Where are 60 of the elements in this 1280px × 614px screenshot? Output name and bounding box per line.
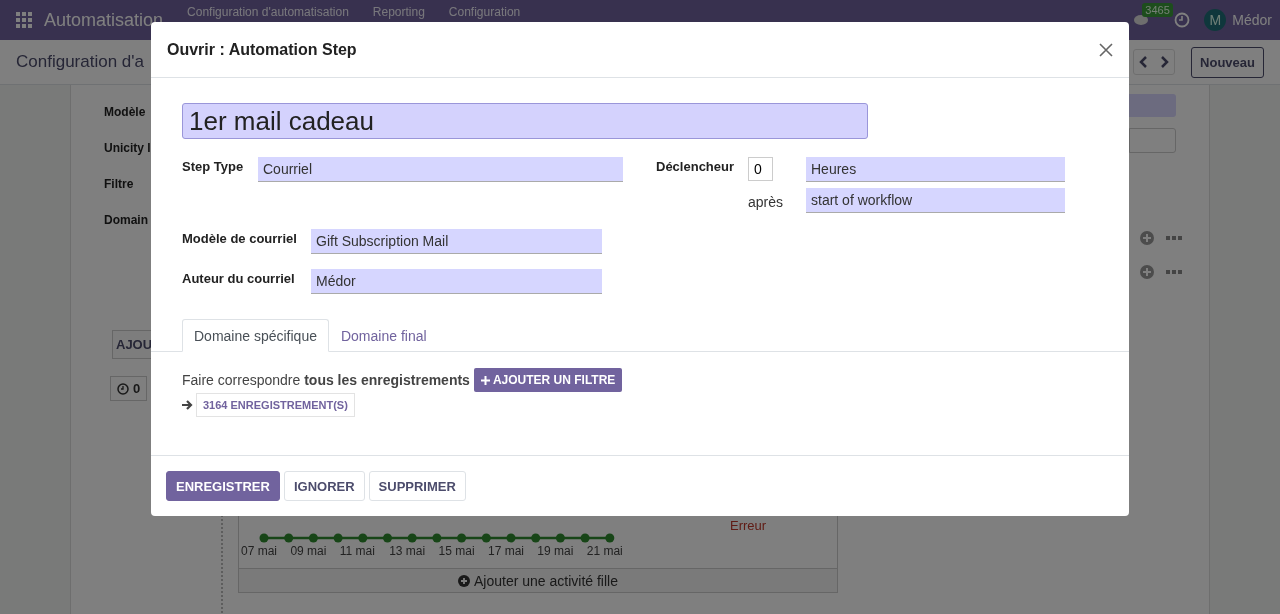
clock-icon bbox=[117, 382, 129, 395]
field-label: Modèle bbox=[104, 104, 146, 121]
axis-label: 11 mai bbox=[339, 544, 376, 558]
input-field[interactable]: Médor bbox=[311, 269, 602, 294]
axis-label: 15 mai bbox=[438, 544, 476, 558]
menu-item[interactable]: Configuration bbox=[448, 5, 521, 19]
input-field[interactable]: Courriel bbox=[258, 157, 623, 182]
status-text: Erreur bbox=[730, 518, 767, 533]
axis-label: 07 mai bbox=[241, 544, 279, 558]
add-child-button[interactable]: Ajouter une activité fille bbox=[239, 568, 837, 592]
stat-value: 0 bbox=[133, 381, 141, 396]
domain-description: Faire correspondre tous les enregistrements bbox=[182, 372, 470, 388]
axis-label: 21 mai bbox=[586, 544, 624, 558]
unit-field[interactable]: Heures bbox=[806, 157, 1065, 182]
field-label: Filtre bbox=[104, 176, 134, 193]
plus-icon bbox=[480, 375, 490, 385]
field-label: Déclencheur bbox=[656, 158, 736, 176]
footer-button[interactable]: SUPPRIMER bbox=[368, 471, 466, 501]
field-label: Step Type bbox=[182, 158, 245, 176]
add-icon[interactable] bbox=[1140, 265, 1154, 279]
axis-label: 13 mai bbox=[389, 544, 427, 558]
input-field[interactable]: Gift Subscription Mail bbox=[311, 229, 602, 254]
add-child-label: Ajouter une activité fille bbox=[474, 572, 618, 589]
footer-button[interactable]: IGNORER bbox=[283, 471, 365, 501]
more-icon[interactable] bbox=[1166, 270, 1182, 274]
add-icon bbox=[458, 574, 470, 587]
close-icon[interactable] bbox=[1099, 42, 1113, 57]
save-button[interactable]: ENREGISTRER bbox=[166, 471, 280, 501]
axis-label: 09 mai bbox=[290, 544, 328, 558]
add-filter-button[interactable]: AJOUTER UN FILTRE bbox=[473, 368, 623, 392]
field-label: Auteur du courriel bbox=[182, 270, 296, 288]
records-button[interactable]: 3164 ENREGISTREMENT(S) bbox=[196, 393, 355, 417]
after-label: après bbox=[748, 193, 785, 212]
arrow-icon bbox=[182, 400, 193, 410]
user-name[interactable]: Médor bbox=[1232, 12, 1272, 28]
add-icon[interactable] bbox=[1140, 231, 1154, 245]
amount-field[interactable]: 0 bbox=[748, 157, 773, 181]
field-label: Domain bbox=[104, 212, 148, 229]
clock-icon[interactable] bbox=[1174, 12, 1191, 28]
dialog-title: Ouvrir : Automation Step bbox=[167, 40, 357, 59]
user-avatar[interactable]: M bbox=[1204, 9, 1227, 31]
axis-label: 17 mai bbox=[487, 544, 525, 558]
field-label: Modèle de courriel bbox=[182, 230, 298, 248]
stat-button[interactable]: 0 bbox=[110, 376, 148, 401]
tab[interactable]: Domaine spécifique bbox=[182, 319, 329, 352]
apps-menu-icon[interactable] bbox=[16, 12, 32, 28]
app-name[interactable]: Automatisation bbox=[44, 9, 164, 31]
new-button[interactable]: Nouveau bbox=[1191, 46, 1264, 78]
more-icon[interactable] bbox=[1166, 236, 1182, 240]
chat-icon[interactable] bbox=[1134, 15, 1149, 26]
axis-label: 19 mai bbox=[537, 544, 575, 558]
status-bar bbox=[1129, 94, 1176, 117]
field-label: Unicity l bbox=[104, 140, 151, 157]
tab[interactable]: Domaine final bbox=[328, 319, 439, 352]
menu-item[interactable]: Reporting bbox=[372, 5, 425, 19]
name-field[interactable]: 1er mail cadeau bbox=[182, 103, 868, 139]
message-count-badge: 3465 bbox=[1142, 3, 1173, 17]
menu-item[interactable]: Configuration d'automatisation bbox=[187, 5, 349, 19]
page-title: Configuration d'a bbox=[16, 52, 144, 72]
reference-field[interactable]: start of workflow bbox=[806, 188, 1065, 213]
